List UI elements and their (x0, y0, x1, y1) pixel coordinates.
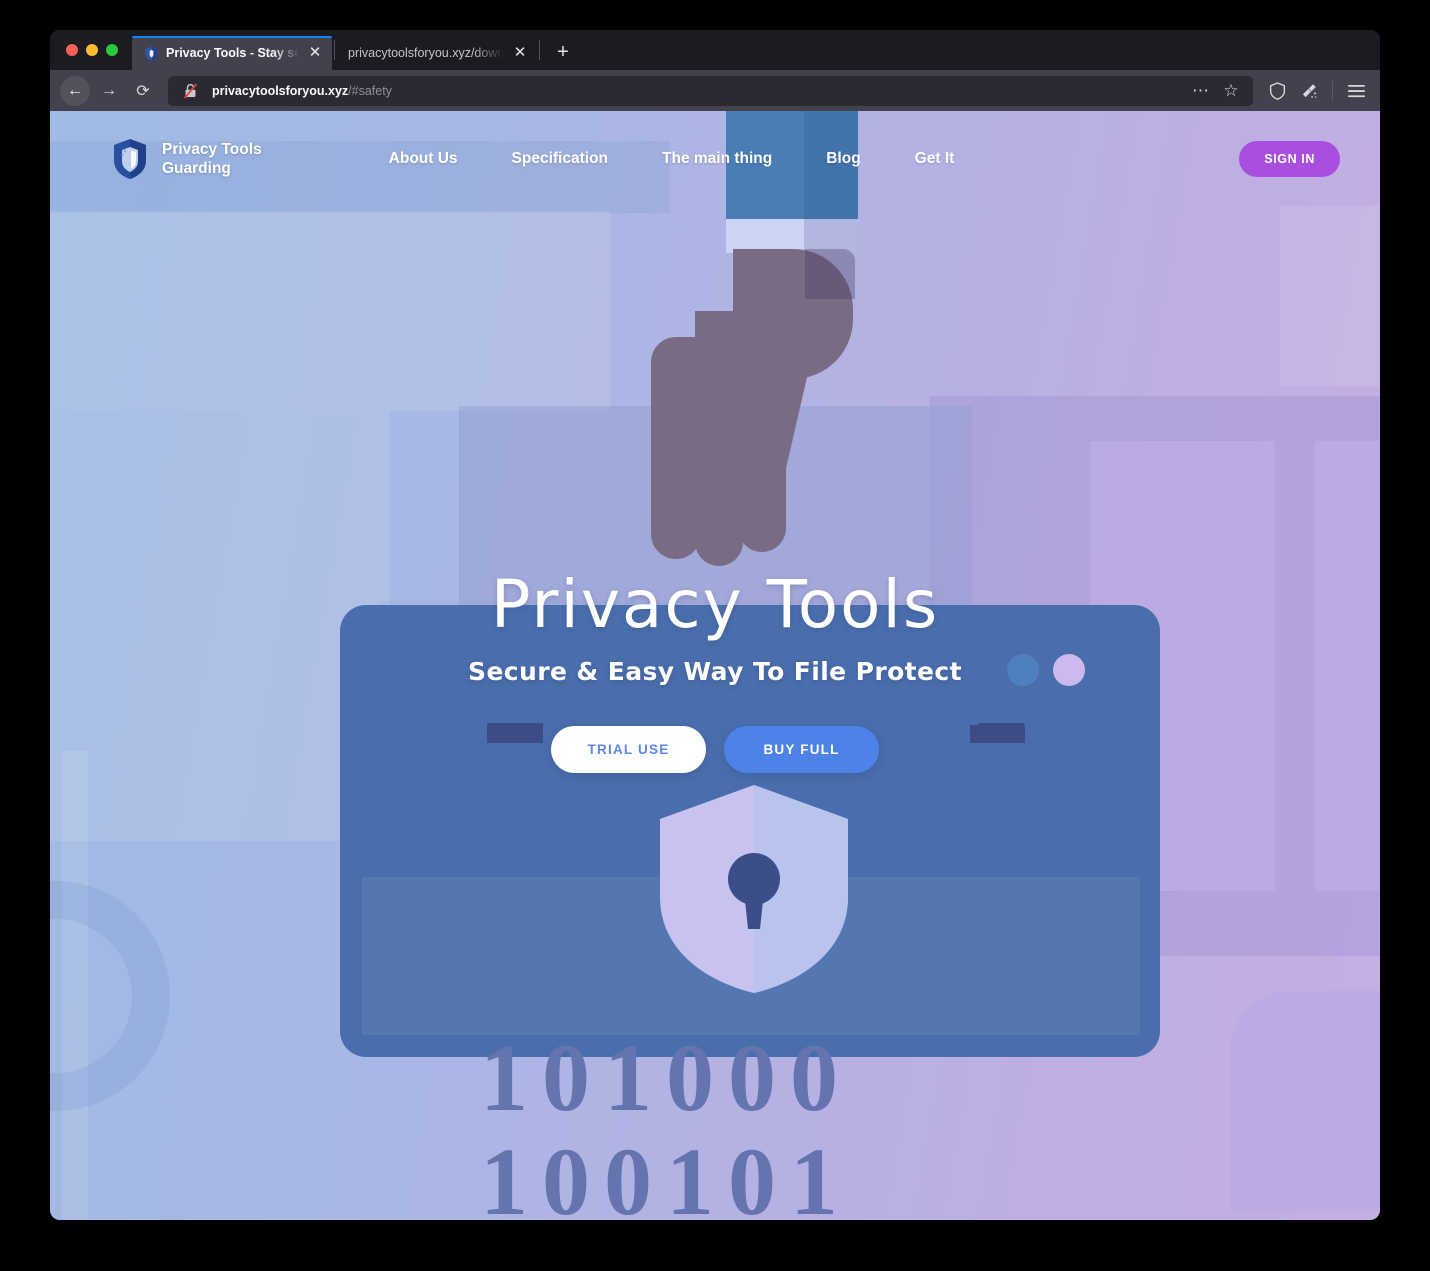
buy-full-button[interactable]: BUY FULL (724, 726, 879, 773)
hamburger-menu-icon[interactable] (1342, 77, 1370, 105)
close-tab-button[interactable]: ✕ (306, 44, 324, 62)
hand-finger (651, 337, 701, 559)
tab-divider (334, 40, 335, 60)
url-bar[interactable]: privacytoolsforyou.xyz/#safety ⋯ ☆ (168, 75, 1253, 106)
reload-button[interactable]: ⟳ (128, 76, 158, 106)
browser-tab-2[interactable]: privacytoolsforyou.xyz/downloads/a ✕ (337, 36, 537, 70)
browser-tab-1[interactable]: Privacy Tools - Stay secure. Liv ✕ (132, 36, 332, 70)
maximize-window-button[interactable] (106, 44, 118, 56)
hand-palm-shadow (805, 249, 855, 299)
hero-section: Privacy Tools Secure & Easy Way To File … (50, 566, 1380, 773)
page-title: Privacy Tools (490, 566, 940, 643)
minimize-window-button[interactable] (86, 44, 98, 56)
tab-title: Privacy Tools - Stay secure. Liv (166, 46, 299, 60)
shield-icon (143, 45, 159, 61)
shield-lock-icon (656, 783, 852, 995)
tab-divider (539, 40, 540, 60)
close-window-button[interactable] (66, 44, 78, 56)
page-actions-icon[interactable]: ⋯ (1187, 77, 1215, 105)
url-text: privacytoolsforyou.xyz/#safety (212, 84, 392, 98)
tab-strip: Privacy Tools - Stay secure. Liv ✕ priva… (50, 30, 1380, 70)
page-viewport: 101000 100101 001101 (50, 111, 1380, 1220)
main-navigation: About Us Specification The main thing Bl… (362, 111, 982, 207)
close-tab-button[interactable]: ✕ (511, 44, 529, 62)
bookmark-star-icon[interactable]: ☆ (1217, 77, 1245, 105)
nav-link-the-main-thing[interactable]: The main thing (635, 111, 799, 207)
window-traffic-lights (62, 30, 132, 70)
binary-row: 100101 (480, 1127, 852, 1220)
hand-finger (695, 311, 743, 566)
hero-subtitle: Secure & Easy Way To File Protect (468, 657, 962, 686)
sign-in-button[interactable]: SIGN IN (1239, 141, 1340, 177)
brand-line-2: Guarding (162, 160, 231, 177)
toolbar-divider (1332, 80, 1333, 101)
site-header: Privacy Tools Guarding About Us Specific… (50, 111, 1380, 207)
broom-icon[interactable] (1295, 77, 1323, 105)
brand-logo-block[interactable]: Privacy Tools Guarding (112, 138, 262, 180)
brand-name: Privacy Tools Guarding (162, 140, 262, 179)
binary-row: 101000 (480, 1024, 852, 1131)
new-tab-button[interactable]: + (548, 37, 578, 67)
hand-finger (738, 307, 786, 552)
back-button[interactable]: ← (60, 75, 90, 106)
cuff-shadow (804, 219, 858, 253)
brand-line-1: Privacy Tools (162, 140, 262, 158)
browser-window: Privacy Tools - Stay secure. Liv ✕ priva… (50, 30, 1380, 1220)
nav-link-blog[interactable]: Blog (799, 111, 887, 207)
shield-icon[interactable] (1263, 77, 1291, 105)
broken-lock-icon[interactable] (176, 77, 204, 105)
nav-link-about-us[interactable]: About Us (362, 111, 485, 207)
browser-navigation-bar: ← → ⟳ privacytoolsforyou.xyz/#safety ⋯ ☆ (50, 70, 1380, 111)
forward-button[interactable]: → (94, 76, 124, 106)
url-path: /#safety (348, 83, 392, 98)
shield-logo-icon (112, 138, 148, 180)
hero-cta-group: TRIAL USE BUY FULL (50, 726, 1380, 773)
binary-code-decoration: 101000 100101 001101 (480, 1026, 1000, 1220)
url-bar-actions: ⋯ ☆ (1187, 77, 1245, 105)
tab-title: privacytoolsforyou.xyz/downloads/a (348, 46, 504, 60)
nav-link-get-it[interactable]: Get It (888, 111, 982, 207)
url-domain: privacytoolsforyou.xyz (212, 83, 349, 98)
trial-use-button[interactable]: TRIAL USE (551, 726, 706, 773)
nav-link-specification[interactable]: Specification (485, 111, 635, 207)
